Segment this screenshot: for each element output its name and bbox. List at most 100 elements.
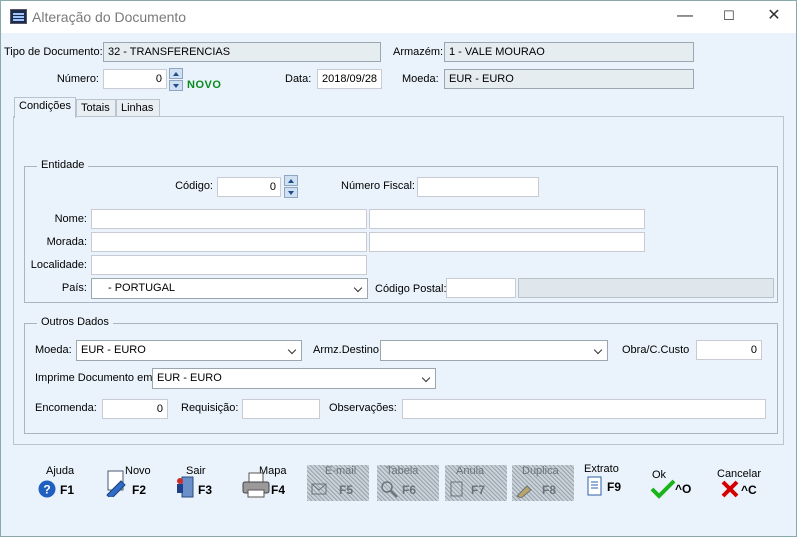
close-button[interactable]: ✕	[751, 5, 797, 29]
codigo-label: Código:	[175, 180, 213, 192]
email-icon	[311, 483, 327, 495]
cancelar-label: Cancelar	[717, 468, 762, 480]
outros-moeda-select[interactable]: EUR - EURO	[76, 340, 302, 361]
encomenda-label: Encomenda:	[35, 402, 97, 414]
requisicao-input[interactable]	[242, 399, 320, 419]
tab-condicoes[interactable]: Condições	[14, 97, 76, 118]
ajuda-button[interactable]: Ajuda ? F1	[36, 465, 98, 501]
encomenda-input[interactable]: 0	[102, 399, 168, 419]
mapa-key: F4	[271, 483, 286, 497]
statement-icon	[587, 476, 602, 496]
novo-button[interactable]: Novo F2	[101, 465, 163, 501]
morada-2-input[interactable]	[369, 232, 645, 252]
observacoes-input[interactable]	[402, 399, 766, 419]
outros-dados-group-title: Outros Dados	[37, 316, 113, 328]
armazem-field: 1 - VALE MOURAO	[444, 42, 694, 62]
document-edit-window: Alteração do Documento — ☐ ✕ Tipo de Doc…	[0, 0, 797, 537]
sair-button[interactable]: Sair F3	[172, 465, 234, 501]
imprime-label: Imprime Documento em:	[35, 372, 156, 384]
numero-input[interactable]: 0	[103, 69, 167, 89]
printer-icon	[242, 472, 270, 498]
numero-fiscal-input[interactable]	[417, 177, 539, 197]
moeda-label: Moeda:	[402, 73, 439, 85]
spin-down-icon[interactable]	[169, 80, 183, 91]
ajuda-label: Ajuda	[46, 465, 75, 477]
window-title: Alteração do Documento	[32, 9, 187, 25]
spin-down-icon[interactable]	[284, 187, 298, 198]
pais-select[interactable]: - PORTUGAL	[91, 278, 368, 299]
pais-select-value: - PORTUGAL	[108, 282, 176, 294]
novo-badge: NOVO	[187, 79, 222, 91]
mapa-button[interactable]: Mapa F4	[240, 465, 302, 501]
nome-2-input[interactable]	[369, 209, 645, 229]
spin-up-icon[interactable]	[169, 68, 183, 79]
chevron-down-icon	[287, 345, 297, 355]
duplicate-icon	[516, 485, 532, 498]
exit-door-icon	[177, 476, 194, 498]
anula-button[interactable]: Anula F7	[445, 465, 507, 501]
codigo-postal-descricao	[518, 278, 774, 298]
chevron-down-icon	[593, 345, 603, 355]
entidade-group-title: Entidade	[37, 159, 89, 171]
armazem-label: Armazém:	[393, 46, 444, 58]
armz-destino-select[interactable]	[380, 340, 608, 361]
moeda-field: EUR - EURO	[444, 69, 694, 89]
requisicao-label: Requisição:	[181, 402, 239, 414]
pais-label: País:	[61, 282, 87, 294]
morada-input[interactable]	[91, 232, 367, 252]
codigo-postal-input[interactable]	[446, 278, 516, 298]
tabela-button[interactable]: Tabela F6	[377, 465, 439, 501]
table-search-icon	[381, 481, 398, 498]
email-key: F5	[339, 483, 354, 497]
numero-fiscal-label: Número Fiscal:	[341, 180, 415, 192]
localidade-input[interactable]	[91, 255, 367, 275]
extrato-label: Extrato	[584, 463, 619, 475]
codigo-postal-label: Código Postal:	[375, 283, 447, 295]
obra-custo-input[interactable]: 0	[696, 340, 762, 360]
extrato-button[interactable]: Extrato F9	[583, 463, 645, 499]
data-input[interactable]: 2018/09/28	[317, 69, 382, 89]
duplica-label: Duplica	[522, 465, 559, 477]
duplica-key: F8	[542, 483, 557, 497]
imprime-select[interactable]: EUR - EURO	[152, 368, 436, 389]
help-icon: ?	[38, 480, 56, 498]
spin-up-icon[interactable]	[284, 175, 298, 186]
ok-check-icon	[650, 479, 676, 499]
imprime-value: EUR - EURO	[157, 372, 222, 384]
cancel-x-icon	[721, 480, 739, 498]
tipo-documento-label: Tipo de Documento:	[4, 46, 103, 58]
outros-dados-group: Outros Dados Moeda: EUR - EURO Armz.Dest…	[24, 316, 778, 434]
tabela-label: Tabela	[386, 465, 419, 477]
ok-key: ^O	[675, 482, 692, 496]
armz-destino-label: Armz.Destino:	[313, 344, 383, 356]
tipo-documento-field: 32 - TRANSFERENCIAS	[103, 42, 381, 62]
ajuda-key: F1	[60, 483, 75, 497]
email-button[interactable]: E-mail F5	[307, 465, 369, 501]
tab-totais[interactable]: Totais	[76, 99, 116, 117]
cancelar-key: ^C	[741, 483, 757, 497]
outros-moeda-label: Moeda:	[35, 344, 72, 356]
novo-key: F2	[132, 483, 147, 497]
anula-label: Anula	[456, 465, 485, 477]
codigo-input[interactable]: 0	[217, 177, 281, 197]
nome-input[interactable]	[91, 209, 367, 229]
cancelar-button[interactable]: Cancelar ^C	[717, 465, 779, 501]
numero-spinner[interactable]	[169, 68, 183, 92]
codigo-spinner[interactable]	[284, 175, 298, 199]
sair-key: F3	[198, 483, 213, 497]
observacoes-label: Observações:	[329, 402, 397, 414]
email-label: E-mail	[325, 465, 357, 477]
maximize-button[interactable]: ☐	[706, 5, 752, 29]
minimize-button[interactable]: —	[662, 5, 708, 29]
localidade-label: Localidade:	[30, 259, 87, 271]
tab-linhas[interactable]: Linhas	[116, 99, 160, 117]
ok-button[interactable]: Ok ^O	[649, 465, 711, 501]
outros-moeda-value: EUR - EURO	[81, 344, 146, 356]
svg-text:?: ?	[43, 483, 50, 497]
anula-key: F7	[471, 483, 486, 497]
tabela-key: F6	[402, 483, 417, 497]
chevron-down-icon	[421, 373, 431, 383]
duplica-button[interactable]: Duplica F8	[512, 465, 574, 501]
chevron-down-icon	[353, 283, 363, 293]
nome-label: Nome:	[54, 213, 87, 225]
